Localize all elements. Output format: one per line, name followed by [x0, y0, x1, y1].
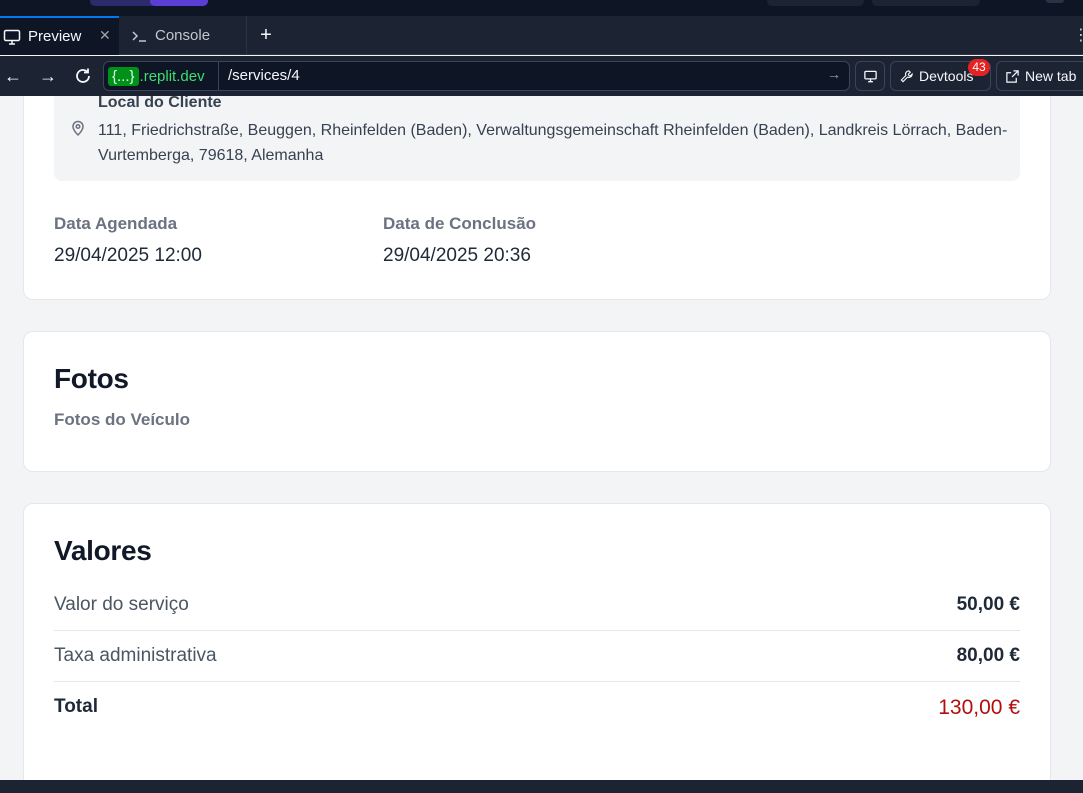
tab-preview[interactable]: Preview ✕: [0, 16, 119, 55]
scheduled-date-label: Data Agendada: [54, 214, 178, 233]
avatar[interactable]: [1046, 0, 1064, 3]
total-amount: 130,00 €: [938, 696, 1020, 719]
completed-date-value: 29/04/2025 20:36: [383, 245, 531, 266]
map-pin-icon: [69, 119, 87, 137]
devtools-badge: 43: [968, 59, 990, 76]
value-row-admin-fee: Taxa administrativa 80,00 €: [54, 631, 1020, 682]
address-input[interactable]: {...} .replit.dev /services/4 →: [103, 61, 850, 91]
scheduled-date-value: 29/04/2025 12:00: [54, 245, 202, 266]
new-tab-label: New tab: [1025, 68, 1077, 84]
value-row-total: Total 130,00 €: [54, 682, 1020, 733]
url-host-braces: {...}: [108, 66, 139, 86]
tab-label: Console: [155, 27, 211, 44]
url-path: /services/4: [228, 67, 300, 84]
external-link-icon: [1006, 69, 1019, 83]
wrench-icon: [900, 69, 913, 82]
value-row-label: Taxa administrativa: [54, 645, 217, 666]
photos-title: Fotos: [54, 363, 129, 394]
back-icon[interactable]: ←: [2, 65, 24, 87]
bottom-bar: [0, 780, 1083, 793]
values-card: Valores Valor do serviço 50,00 € Taxa ad…: [23, 503, 1051, 780]
top-control[interactable]: [872, 0, 980, 6]
monitor-icon: [2, 27, 22, 47]
value-row-amount: 50,00 €: [956, 594, 1020, 615]
more-options-icon[interactable]: ⋮: [1073, 27, 1083, 45]
reload-icon[interactable]: [72, 65, 94, 87]
new-tab-button[interactable]: New tab: [996, 61, 1083, 91]
top-control-accent[interactable]: [150, 0, 208, 6]
close-icon[interactable]: ✕: [99, 27, 111, 44]
value-row-label: Valor do serviço: [54, 594, 189, 615]
tab-bar: Preview ✕ Console: [0, 16, 1083, 55]
device-preview-button[interactable]: [855, 61, 885, 91]
screen-icon: [864, 70, 877, 82]
completed-date-label: Data de Conclusão: [383, 214, 537, 233]
tab-console[interactable]: Console: [119, 16, 247, 55]
photos-subtitle: Fotos do Veículo: [54, 410, 191, 429]
value-row-service: Valor do serviço 50,00 €: [54, 580, 1020, 631]
top-control[interactable]: [767, 0, 864, 6]
tab-label: Preview: [28, 28, 82, 45]
location-label: Local do Cliente: [98, 96, 222, 111]
value-row-amount: 80,00 €: [956, 645, 1020, 666]
total-label: Total: [54, 696, 98, 717]
terminal-icon: [129, 26, 149, 46]
top-strip: [0, 0, 1083, 16]
forward-icon[interactable]: →: [37, 65, 59, 87]
url-bar: ← → {...} .replit.dev /services/4 → Devt…: [0, 56, 1083, 96]
devtools-label: Devtools: [919, 68, 974, 84]
add-tab-icon[interactable]: +: [256, 25, 276, 46]
photos-card: Fotos Fotos do Veículo: [23, 331, 1051, 472]
page-content: Local do Cliente 111, Friedrichstraße, B…: [0, 96, 1083, 780]
location-address: 111, Friedrichstraße, Beuggen, Rheinfeld…: [98, 122, 1008, 164]
url-host-domain: .replit.dev: [139, 67, 205, 85]
url-host: {...} .replit.dev: [104, 62, 219, 90]
values-title: Valores: [54, 535, 152, 566]
arrow-right-icon[interactable]: →: [827, 66, 841, 82]
service-details-card: Local do Cliente 111, Friedrichstraße, B…: [23, 96, 1051, 300]
location-box: Local do Cliente 111, Friedrichstraße, B…: [54, 96, 1020, 181]
